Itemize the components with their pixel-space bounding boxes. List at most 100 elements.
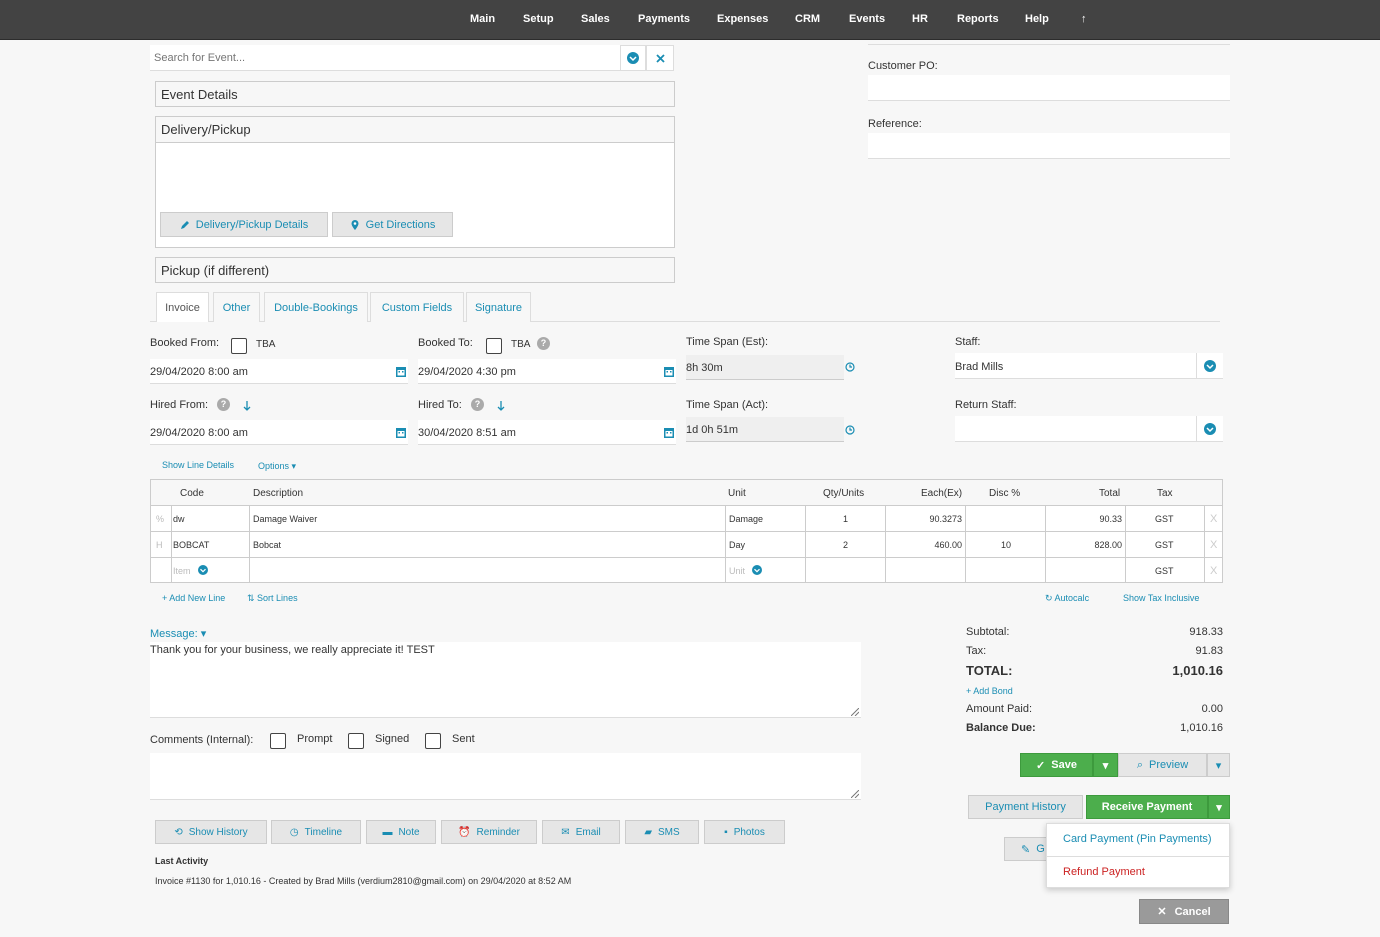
- nav-payments[interactable]: Payments: [638, 13, 690, 25]
- nav-up-arrow-icon[interactable]: ↑: [1081, 13, 1087, 25]
- tab-double-bookings[interactable]: Double-Bookings: [264, 292, 368, 322]
- item-placeholder[interactable]: Item: [173, 566, 191, 576]
- get-directions-button[interactable]: Get Directions: [332, 212, 453, 237]
- row-unit[interactable]: Damage: [729, 514, 763, 524]
- calendar-icon[interactable]: [396, 366, 406, 377]
- show-history-button[interactable]: ⟲ Show History: [155, 820, 267, 844]
- calendar-icon[interactable]: [664, 366, 674, 377]
- delete-row-icon[interactable]: X: [1210, 513, 1217, 525]
- payment-history-button[interactable]: Payment History: [968, 795, 1083, 819]
- receive-payment-dropdown-button[interactable]: ▾: [1208, 795, 1230, 819]
- row-qty[interactable]: 1: [843, 514, 848, 524]
- nav-main[interactable]: Main: [470, 13, 495, 25]
- email-button[interactable]: ✉ Email: [542, 820, 620, 844]
- nav-setup[interactable]: Setup: [523, 13, 554, 25]
- save-button[interactable]: ✓ Save: [1020, 753, 1093, 777]
- comments-textarea[interactable]: [150, 753, 861, 800]
- delivery-pickup-details-button[interactable]: Delivery/Pickup Details: [160, 212, 328, 237]
- row-description[interactable]: Damage Waiver: [253, 514, 317, 524]
- note-button[interactable]: ▬ Note: [366, 820, 436, 844]
- cancel-button[interactable]: ✕ Cancel: [1139, 899, 1229, 924]
- autocalc-link[interactable]: ↻ Autocalc: [1045, 593, 1089, 604]
- nav-events[interactable]: Events: [849, 13, 885, 25]
- help-icon[interactable]: ?: [537, 337, 550, 350]
- row-tax[interactable]: GST: [1155, 514, 1174, 524]
- show-tax-inclusive-link[interactable]: Show Tax Inclusive: [1123, 593, 1199, 603]
- hired-to-input[interactable]: 30/04/2020 8:51 am: [418, 420, 676, 445]
- message-label[interactable]: Message: ▾: [150, 627, 206, 640]
- booked-to-tba-checkbox[interactable]: [486, 338, 502, 354]
- prompt-checkbox[interactable]: [270, 733, 286, 749]
- save-dropdown-button[interactable]: ▾: [1093, 753, 1118, 777]
- reference-input[interactable]: [868, 133, 1230, 159]
- nav-help[interactable]: Help: [1025, 13, 1049, 25]
- return-staff-select[interactable]: [955, 416, 1223, 442]
- preview-button[interactable]: ⌕ Preview: [1118, 753, 1207, 777]
- nav-reports[interactable]: Reports: [957, 13, 999, 25]
- customer-po-input[interactable]: [868, 75, 1230, 101]
- booked-from-input[interactable]: 29/04/2020 8:00 am: [150, 359, 408, 384]
- nav-expenses[interactable]: Expenses: [717, 13, 768, 25]
- tab-other[interactable]: Other: [213, 292, 260, 322]
- arrow-down-icon[interactable]: [243, 401, 251, 412]
- event-details-panel[interactable]: Event Details: [155, 81, 675, 107]
- booked-from-tba-checkbox[interactable]: [231, 338, 247, 354]
- options-dropdown[interactable]: Options ▾: [258, 461, 296, 472]
- nav-hr[interactable]: HR: [912, 13, 928, 25]
- chevron-down-icon[interactable]: [752, 565, 762, 575]
- tab-invoice[interactable]: Invoice: [156, 292, 209, 322]
- receive-payment-button[interactable]: Receive Payment: [1086, 795, 1208, 819]
- row-total[interactable]: 90.33: [1045, 514, 1122, 524]
- event-search-input[interactable]: [150, 45, 620, 71]
- chevron-down-icon[interactable]: [198, 565, 208, 575]
- row-total[interactable]: 828.00: [1045, 540, 1122, 550]
- row-qty[interactable]: 2: [843, 540, 848, 550]
- card-payment-menu-item[interactable]: Card Payment (Pin Payments): [1063, 833, 1212, 845]
- col-code[interactable]: Code: [180, 488, 204, 499]
- row-disc[interactable]: 10: [1001, 540, 1011, 550]
- show-line-details-link[interactable]: Show Line Details: [162, 460, 234, 470]
- preview-dropdown-button[interactable]: ▾: [1207, 753, 1230, 777]
- clock-icon[interactable]: [845, 362, 855, 372]
- timeline-button[interactable]: ◷ Timeline: [271, 820, 361, 844]
- pickup-panel[interactable]: Pickup (if different): [155, 257, 675, 283]
- row-tax[interactable]: GST: [1155, 540, 1174, 550]
- staff-select[interactable]: Brad Mills: [955, 353, 1223, 379]
- sms-button[interactable]: ▰ SMS: [625, 820, 699, 844]
- tab-signature[interactable]: Signature: [466, 292, 531, 322]
- nav-crm[interactable]: CRM: [795, 13, 820, 25]
- row-tax[interactable]: GST: [1155, 566, 1174, 576]
- calendar-icon[interactable]: [664, 427, 674, 438]
- clock-icon[interactable]: [845, 425, 855, 435]
- calendar-icon[interactable]: [396, 427, 406, 438]
- nav-sales[interactable]: Sales: [581, 13, 610, 25]
- delete-row-icon[interactable]: X: [1210, 539, 1217, 551]
- row-each[interactable]: 460.00: [885, 540, 962, 550]
- signed-checkbox[interactable]: [348, 733, 364, 749]
- add-new-line-link[interactable]: + Add New Line: [162, 593, 225, 603]
- row-unit[interactable]: Day: [729, 540, 745, 550]
- tab-custom-fields[interactable]: Custom Fields: [370, 292, 464, 322]
- resize-handle-icon[interactable]: [851, 708, 859, 716]
- help-icon[interactable]: ?: [471, 398, 484, 411]
- search-clear-button[interactable]: [646, 45, 674, 71]
- resize-handle-icon[interactable]: [851, 790, 859, 798]
- sort-lines-link[interactable]: ⇅ Sort Lines: [247, 593, 298, 604]
- row-each[interactable]: 90.3273: [885, 514, 962, 524]
- hired-from-input[interactable]: 29/04/2020 8:00 am: [150, 420, 408, 445]
- unit-placeholder[interactable]: Unit: [729, 566, 745, 576]
- row-description[interactable]: Bobcat: [253, 540, 281, 550]
- row-code[interactable]: BOBCAT: [173, 540, 209, 550]
- help-icon[interactable]: ?: [217, 398, 230, 411]
- arrow-down-icon[interactable]: [497, 401, 505, 412]
- add-bond-link[interactable]: + Add Bond: [966, 686, 1013, 696]
- col-disc[interactable]: Disc %: [989, 488, 1020, 499]
- booked-to-input[interactable]: 29/04/2020 4:30 pm: [418, 359, 676, 384]
- sent-checkbox[interactable]: [425, 733, 441, 749]
- refund-payment-menu-item[interactable]: Refund Payment: [1063, 866, 1145, 878]
- message-textarea[interactable]: Thank you for your business, we really a…: [150, 642, 861, 718]
- search-confirm-button[interactable]: [620, 45, 646, 71]
- photos-button[interactable]: ▪ Photos: [704, 820, 785, 844]
- delete-row-icon[interactable]: X: [1210, 565, 1217, 577]
- reminder-button[interactable]: ⏰ Reminder: [441, 820, 537, 844]
